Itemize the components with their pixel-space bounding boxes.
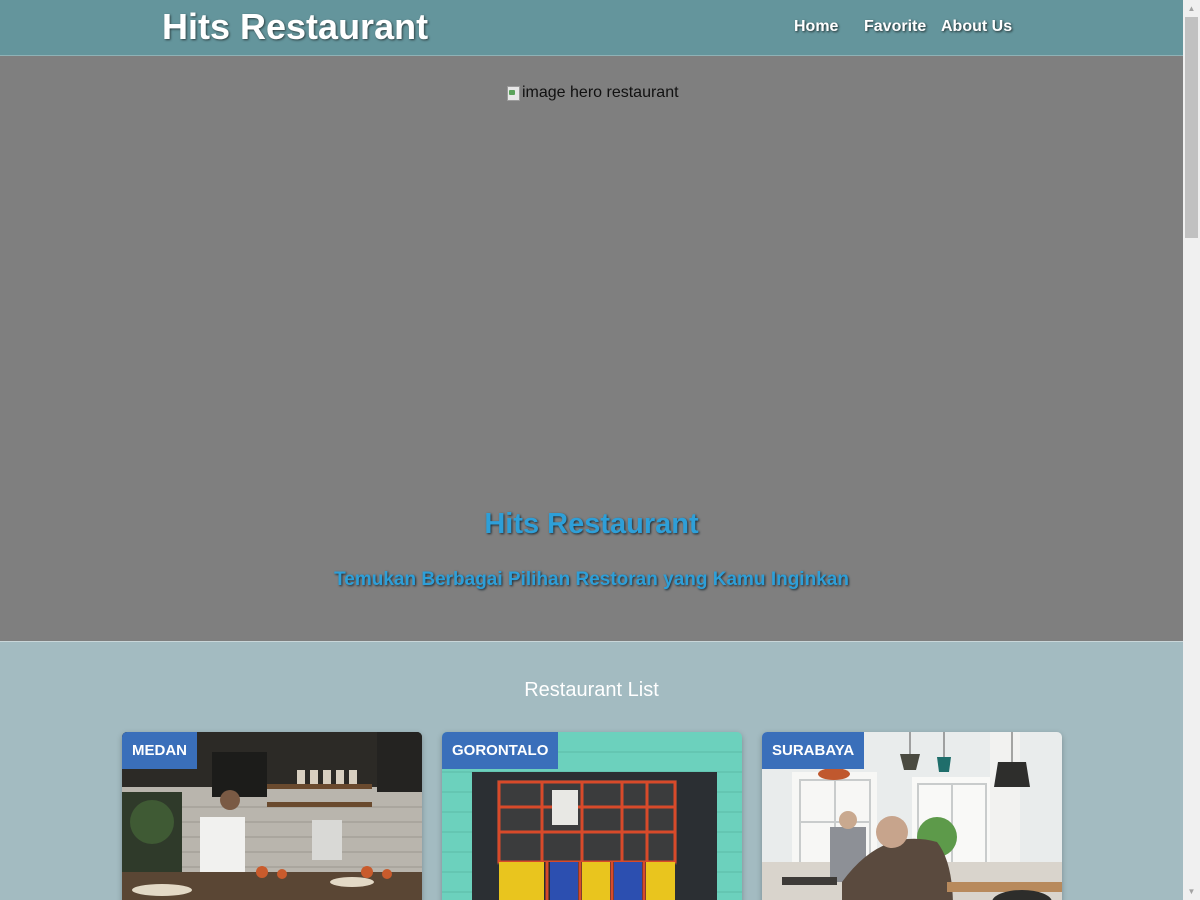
nav-about-us-link[interactable]: About Us	[941, 17, 1012, 37]
triangle-up-icon[interactable]: ▲	[1183, 0, 1200, 17]
restaurant-card[interactable]: GORONTALO	[442, 732, 742, 900]
main-nav: Home Favorite About Us	[0, 17, 1183, 39]
restaurant-list-heading: Restaurant List	[524, 679, 659, 701]
city-badge: SURABAYA	[762, 732, 865, 769]
hero-tagline: Temukan Berbagai Pilihan Restoran yang K…	[334, 569, 849, 590]
city-badge: GORONTALO	[442, 732, 559, 769]
page: Hits Restaurant Home Favorite About Us i…	[0, 0, 1183, 900]
hero-image: image hero restaurant	[506, 84, 679, 102]
hero-title: Hits Restaurant	[484, 508, 699, 540]
nav-home-link[interactable]: Home	[794, 17, 838, 37]
scrollbar-thumb[interactable]	[1185, 17, 1198, 238]
nav-favorite-link[interactable]: Favorite	[864, 17, 926, 37]
vertical-scrollbar[interactable]: ▲ ▼	[1183, 0, 1200, 900]
restaurant-card[interactable]: MEDAN	[122, 732, 422, 900]
triangle-down-icon[interactable]: ▼	[1183, 883, 1200, 900]
city-badge: MEDAN	[122, 732, 197, 769]
broken-image-icon	[506, 85, 520, 101]
restaurant-card[interactable]: SURABAYA	[762, 732, 1062, 900]
app-bar: Hits Restaurant Home Favorite About Us	[0, 0, 1183, 56]
hero-section: image hero restaurant Hits Restaurant Te…	[0, 56, 1183, 642]
hero-image-alt-text: image hero restaurant	[522, 84, 679, 101]
